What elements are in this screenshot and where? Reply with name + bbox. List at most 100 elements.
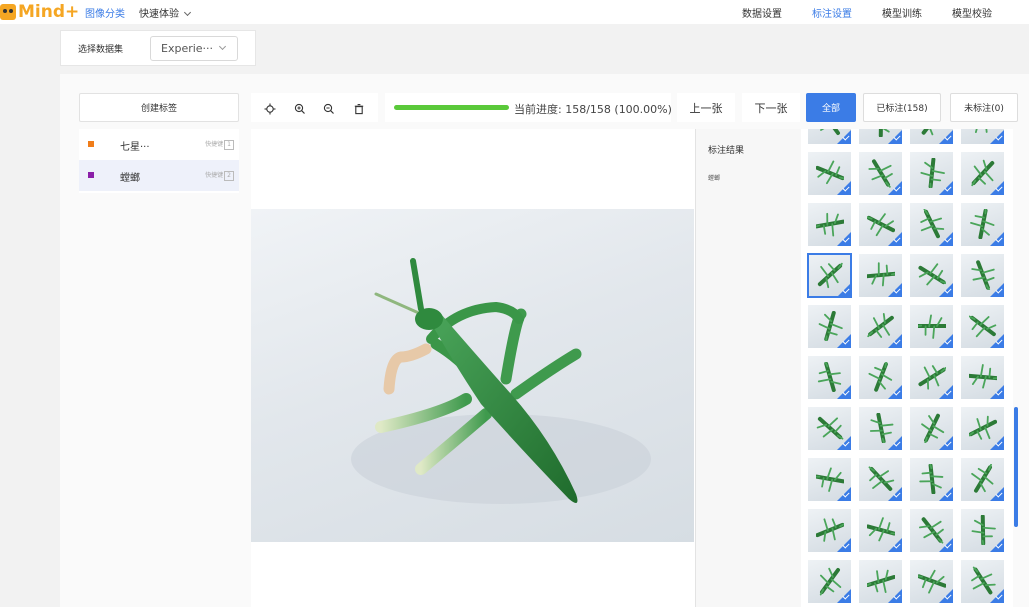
tab-data-settings[interactable]: 数据设置 xyxy=(727,5,797,20)
thumbnail-item[interactable] xyxy=(859,203,902,246)
thumbnail-item[interactable] xyxy=(961,560,1004,603)
thumbnail-item[interactable] xyxy=(859,458,902,501)
zoom-out-icon[interactable] xyxy=(322,101,336,115)
check-icon xyxy=(888,283,902,297)
zoom-in-icon[interactable] xyxy=(293,101,307,115)
check-icon xyxy=(939,436,953,450)
nav-image-classify[interactable]: 图像分类 xyxy=(85,5,125,20)
dataset-select[interactable]: Experie··· xyxy=(150,36,238,61)
thumbnail-item[interactable] xyxy=(910,458,953,501)
thumbnail-item[interactable] xyxy=(808,305,851,348)
tab-model-training[interactable]: 模型训练 xyxy=(867,5,937,20)
thumbnail-item[interactable] xyxy=(808,129,851,144)
thumbnail-item[interactable] xyxy=(910,509,953,552)
prev-image-button[interactable]: 上一张 xyxy=(677,93,735,122)
label-shortcut: 快捷键 1 xyxy=(205,139,234,150)
nav-quick-experience[interactable]: 快速体验 xyxy=(139,5,192,20)
check-icon xyxy=(939,385,953,399)
check-icon xyxy=(990,181,1004,195)
label-item[interactable]: 七星··· 快捷键 1 xyxy=(79,129,239,160)
current-image[interactable] xyxy=(251,209,694,542)
check-icon xyxy=(990,232,1004,246)
scrollbar-thumb[interactable] xyxy=(1014,407,1018,527)
thumbnail-item[interactable] xyxy=(910,305,953,348)
delete-icon[interactable] xyxy=(352,101,366,115)
check-icon xyxy=(990,334,1004,348)
thumbnail-item[interactable] xyxy=(859,407,902,450)
label-shortcut-text: 快捷键 xyxy=(205,141,224,148)
check-icon xyxy=(837,232,851,246)
thumbnail-item[interactable] xyxy=(910,407,953,450)
thumbnail-item[interactable] xyxy=(961,129,1004,144)
check-icon xyxy=(837,538,851,552)
check-icon xyxy=(837,130,851,144)
dataset-label: 选择数据集 xyxy=(78,44,124,55)
thumbnail-item[interactable] xyxy=(961,356,1004,399)
create-label-button[interactable]: 创建标签 xyxy=(79,93,239,122)
check-icon xyxy=(990,589,1004,603)
thumbnail-scrollbar[interactable] xyxy=(1014,129,1018,607)
label-color-swatch xyxy=(88,141,94,147)
thumbnail-item[interactable] xyxy=(859,560,902,603)
progress-text: 当前进度: 158/158 (100.00%) xyxy=(514,103,672,116)
thumbnail-item[interactable] xyxy=(808,407,851,450)
thumbnail-item[interactable] xyxy=(808,356,851,399)
thumbnail-item[interactable] xyxy=(859,305,902,348)
progress-panel: 当前进度: 158/158 (100.00%) xyxy=(385,93,672,122)
label-list: 七星··· 快捷键 1 螳螂 快捷键 2 xyxy=(79,129,239,193)
chevron-down-icon xyxy=(183,8,192,17)
thumbnail-item[interactable] xyxy=(859,129,902,144)
thumbnail-item[interactable] xyxy=(910,203,953,246)
thumbnail-item[interactable] xyxy=(808,458,851,501)
thumbnail-item[interactable] xyxy=(961,458,1004,501)
check-icon xyxy=(939,589,953,603)
top-nav-right: 数据设置 标注设置 模型训练 模型校验 xyxy=(727,5,1007,20)
tab-label-settings[interactable]: 标注设置 xyxy=(797,5,867,20)
thumbnail-grid xyxy=(801,129,1013,607)
thumbnail-item[interactable] xyxy=(910,356,953,399)
check-icon xyxy=(837,487,851,501)
thumbnail-item[interactable] xyxy=(808,152,851,195)
thumbnail-item[interactable] xyxy=(808,509,851,552)
thumbnail-item[interactable] xyxy=(859,254,902,297)
thumbnail-item[interactable] xyxy=(910,560,953,603)
check-icon xyxy=(990,487,1004,501)
check-icon xyxy=(990,130,1004,144)
label-shortcut-key: 2 xyxy=(224,171,234,181)
chevron-down-icon xyxy=(218,42,227,51)
next-image-button[interactable]: 下一张 xyxy=(742,93,800,122)
thumbnail-item[interactable] xyxy=(807,253,852,298)
filter-all-button[interactable]: 全部 xyxy=(806,93,856,122)
check-icon xyxy=(939,538,953,552)
thumbnail-item[interactable] xyxy=(961,254,1004,297)
thumbnail-item[interactable] xyxy=(961,203,1004,246)
annotation-result-title: 标注结果 xyxy=(708,146,745,156)
progress-bar xyxy=(394,105,509,110)
filter-labeled-button[interactable]: 已标注(158) xyxy=(863,93,941,122)
thumbnail-item[interactable] xyxy=(859,356,902,399)
label-name: 七星··· xyxy=(120,142,150,153)
thumbnail-item[interactable] xyxy=(961,152,1004,195)
check-icon xyxy=(990,283,1004,297)
check-icon xyxy=(888,487,902,501)
reset-icon[interactable] xyxy=(263,101,277,115)
thumbnail-item[interactable] xyxy=(961,509,1004,552)
nav-quick-experience-label: 快速体验 xyxy=(139,9,179,20)
thumbnail-item[interactable] xyxy=(859,509,902,552)
tab-model-validation[interactable]: 模型校验 xyxy=(937,5,1007,20)
thumbnail-item[interactable] xyxy=(961,407,1004,450)
thumbnail-item[interactable] xyxy=(910,129,953,144)
thumbnail-item[interactable] xyxy=(808,560,851,603)
thumbnail-item[interactable] xyxy=(961,305,1004,348)
label-item[interactable]: 螳螂 快捷键 2 xyxy=(79,160,239,191)
check-icon xyxy=(837,385,851,399)
thumbnail-item[interactable] xyxy=(910,254,953,297)
thumbnail-item[interactable] xyxy=(808,203,851,246)
thumbnail-item[interactable] xyxy=(910,152,953,195)
check-icon xyxy=(939,130,953,144)
thumbnail-item[interactable] xyxy=(859,152,902,195)
check-icon xyxy=(888,385,902,399)
logo-icon xyxy=(0,4,16,20)
filter-unlabeled-button[interactable]: 未标注(0) xyxy=(950,93,1018,122)
check-icon xyxy=(837,334,851,348)
